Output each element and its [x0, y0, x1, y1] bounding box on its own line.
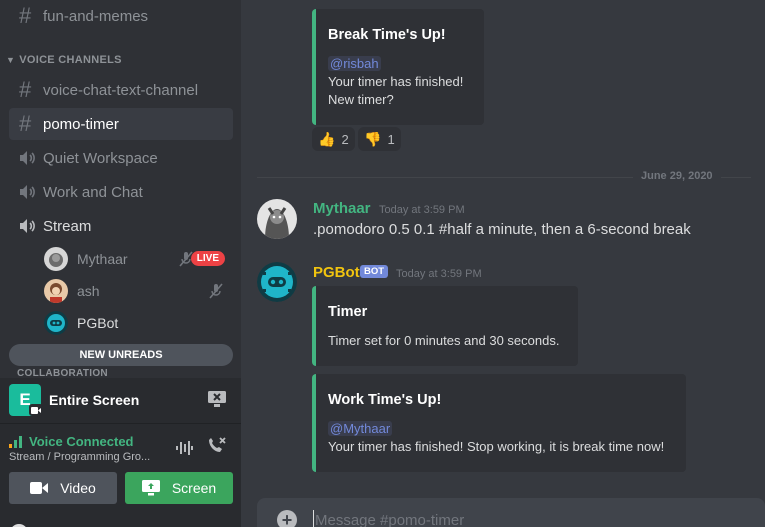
video-camera-icon [30, 482, 49, 494]
user-mention[interactable]: @Mythaar [328, 421, 393, 436]
live-badge: LIVE [190, 251, 225, 266]
embed-title: Work Time's Up! [328, 392, 442, 408]
channel-name: Quiet Workspace [43, 149, 158, 167]
voice-connection-panel: Voice Connected Stream / Programming Gro… [0, 424, 241, 527]
reaction-thumbs-up[interactable]: 👍 2 [312, 127, 355, 151]
new-unreads-button[interactable]: NEW UNREADS [9, 344, 233, 366]
hash-icon: # [19, 3, 32, 28]
video-button-label: Video [60, 480, 96, 496]
voice-channel-stream[interactable]: Stream [9, 210, 233, 242]
chevron-down-icon: ▼ [6, 55, 16, 65]
channel-name: voice-chat-text-channel [43, 81, 199, 99]
reaction-thumbs-down[interactable]: 👎 1 [358, 127, 401, 151]
channel-pomo-timer[interactable]: # pomo-timer [9, 108, 233, 140]
avatar[interactable] [257, 199, 297, 239]
channel-fun-and-memes[interactable]: # fun-and-memes [9, 0, 233, 32]
message-timestamp: Today at 3:59 PM [379, 204, 465, 216]
embed-mention-line: @risbah [328, 55, 381, 73]
hash-icon: # [19, 111, 32, 136]
video-button[interactable]: Video [9, 472, 117, 504]
mic-muted-icon [209, 283, 223, 302]
channel-voice-chat-text-channel[interactable]: # voice-chat-text-channel [9, 74, 233, 106]
chat-area: Break Time's Up! @risbah Your timer has … [241, 0, 765, 527]
message-composer: + [257, 498, 765, 527]
collaboration-category[interactable]: COLLABORATION [17, 368, 108, 378]
embed-text: Timer set for 0 minutes and 30 seconds. [328, 333, 560, 348]
timer-embed: Timer Timer set for 0 minutes and 30 sec… [312, 286, 578, 366]
message-author[interactable]: PGBot [313, 264, 360, 281]
thumbs-down-icon: 👎 [364, 130, 382, 147]
category-label: VOICE CHANNELS [19, 54, 122, 66]
add-attachment-icon[interactable]: + [277, 510, 297, 527]
hash-icon: # [19, 77, 32, 102]
work-embed: Work Time's Up! @Mythaar Your timer has … [312, 374, 686, 472]
avatar [44, 247, 68, 271]
speaker-icon [19, 218, 43, 234]
screen-share-icon [141, 480, 160, 496]
screen-share-button[interactable]: Screen [125, 472, 233, 504]
voice-user-ash[interactable]: ash [44, 277, 233, 305]
channel-name: Stream [43, 217, 92, 235]
user-avatar-peek [9, 520, 29, 527]
channel-name: Work and Chat [43, 183, 143, 201]
noise-suppression-icon[interactable] [175, 439, 193, 462]
speaker-icon [19, 150, 43, 166]
date-divider-label: June 29, 2020 [633, 170, 721, 182]
voice-channel-path[interactable]: Stream / Programming Gro... [9, 451, 159, 463]
voice-user-pgbot[interactable]: PGBot [44, 309, 233, 337]
thumbs-up-icon: 👍 [318, 130, 336, 147]
avatar[interactable] [257, 262, 297, 302]
voice-connected-status[interactable]: Voice Connected [29, 434, 134, 449]
channel-sidebar: # fun-and-memes ▼ VOICE CHANNELS # voice… [0, 0, 241, 527]
embed-text-line2: New timer? [328, 92, 394, 107]
stop-streaming-icon[interactable] [207, 390, 227, 413]
user-mention[interactable]: @risbah [328, 56, 381, 71]
voice-user-name: Mythaar [77, 251, 128, 267]
speaker-icon [19, 184, 43, 200]
embed-mention-line: @Mythaar [328, 420, 393, 438]
message-text: .pomodoro 0.5 0.1 #half a minute, then a… [313, 221, 691, 238]
embed-title: Break Time's Up! [328, 27, 446, 43]
avatar [44, 311, 68, 335]
channel-name: pomo-timer [43, 115, 119, 133]
screen-share-title: Entire Screen [49, 392, 140, 408]
screen-share-panel: E Entire Screen [0, 378, 241, 424]
voice-channels-category[interactable]: ▼ VOICE CHANNELS [6, 54, 122, 66]
reaction-count: 1 [387, 131, 395, 147]
voice-user-name: ash [77, 283, 100, 299]
channel-name: fun-and-memes [43, 7, 149, 25]
bot-badge: BOT [360, 265, 389, 278]
reaction-count: 2 [341, 131, 349, 147]
embed-text-line1: Your timer has finished! [328, 74, 464, 89]
voice-user-mythaar[interactable]: Mythaar LIVE [44, 245, 233, 273]
message-author[interactable]: Mythaar [313, 200, 371, 217]
screen-button-label: Screen [171, 480, 217, 496]
voice-channel-work-and-chat[interactable]: Work and Chat [9, 176, 233, 208]
disconnect-call-icon[interactable] [207, 436, 227, 459]
message-timestamp: Today at 3:59 PM [396, 268, 482, 280]
camera-icon [29, 404, 43, 416]
break-embed: Break Time's Up! @risbah Your timer has … [312, 9, 484, 125]
embed-title: Timer [328, 304, 368, 320]
embed-text: Your timer has finished! Stop working, i… [328, 439, 665, 454]
avatar [44, 279, 68, 303]
message-input[interactable] [313, 510, 733, 527]
discord-window: # fun-and-memes ▼ VOICE CHANNELS # voice… [0, 0, 765, 527]
voice-channel-quiet-workspace[interactable]: Quiet Workspace [9, 142, 233, 174]
voice-user-name: PGBot [77, 315, 119, 331]
